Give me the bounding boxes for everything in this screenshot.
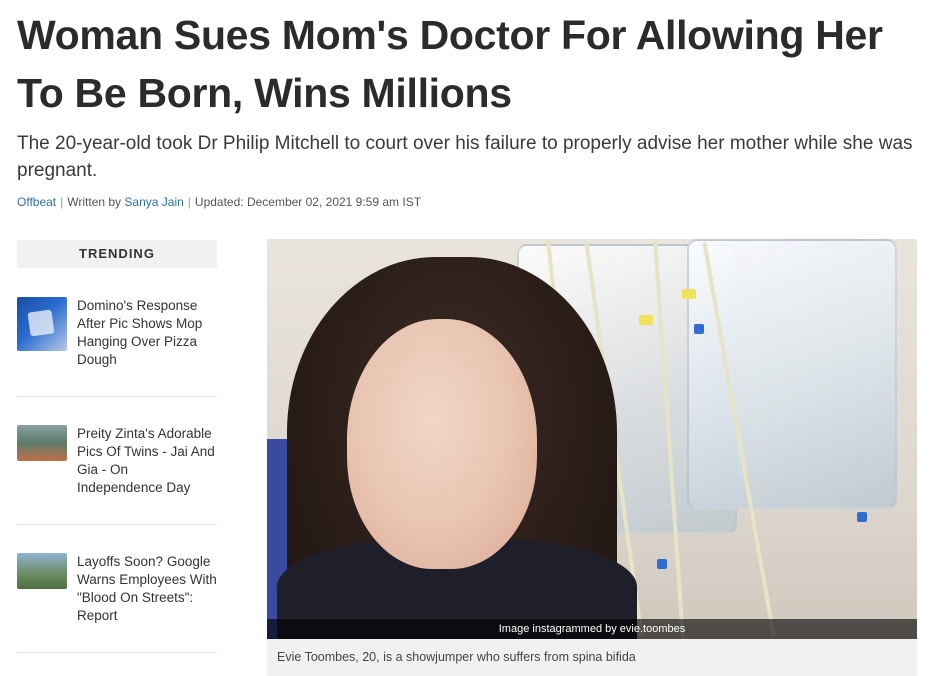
byline-separator: | [60, 195, 64, 209]
trending-item-title[interactable]: Domino's Response After Pic Shows Mop Ha… [77, 297, 217, 369]
image-iv-cap [857, 512, 867, 522]
trending-item[interactable]: Preity Zinta's Adorable Pics Of Twins - … [17, 425, 217, 497]
written-by-label: Written by [67, 195, 122, 209]
image-iv-clip [639, 315, 653, 325]
article-subhead: The 20-year-old took Dr Philip Mitchell … [17, 133, 913, 181]
image-iv-cap [694, 324, 704, 334]
trending-header: TRENDING [17, 240, 217, 268]
trending-item-title[interactable]: Layoffs Soon? Google Warns Employees Wit… [77, 553, 217, 625]
image-person-face [347, 319, 537, 569]
article-headline: Woman Sues Mom's Doctor For Allowing Her… [17, 12, 883, 116]
image-caption: Evie Toombes, 20, is a showjumper who su… [267, 639, 917, 676]
trending-item[interactable]: Layoffs Soon? Google Warns Employees Wit… [17, 553, 217, 625]
trending-item[interactable]: Domino's Response After Pic Shows Mop Ha… [17, 297, 217, 369]
trending-divider [17, 396, 217, 397]
article-main-image[interactable] [267, 239, 917, 639]
image-iv-clip [682, 289, 696, 299]
image-iv-cap [657, 559, 667, 569]
trending-divider [17, 652, 217, 653]
image-iv-bag [687, 239, 897, 509]
category-link[interactable]: Offbeat [17, 195, 56, 209]
author-link[interactable]: Sanya Jain [124, 195, 183, 209]
article-byline: Offbeat | Written by Sanya Jain | Updated: D… [17, 195, 421, 209]
trending-item-title[interactable]: Preity Zinta's Adorable Pics Of Twins - … [77, 425, 217, 497]
google-office-photo-thumbnail[interactable] [17, 553, 67, 589]
trending-sidebar: TRENDING Domino's Response After Pic Sho… [17, 240, 217, 653]
family-photo-thumbnail[interactable] [17, 425, 67, 461]
image-credit: Image instagrammed by evie.toombes [267, 619, 917, 639]
pizza-photo-thumbnail[interactable] [17, 297, 67, 351]
trending-divider [17, 524, 217, 525]
updated-timestamp: Updated: December 02, 2021 9:59 am IST [194, 195, 422, 209]
byline-separator: | [187, 195, 191, 209]
